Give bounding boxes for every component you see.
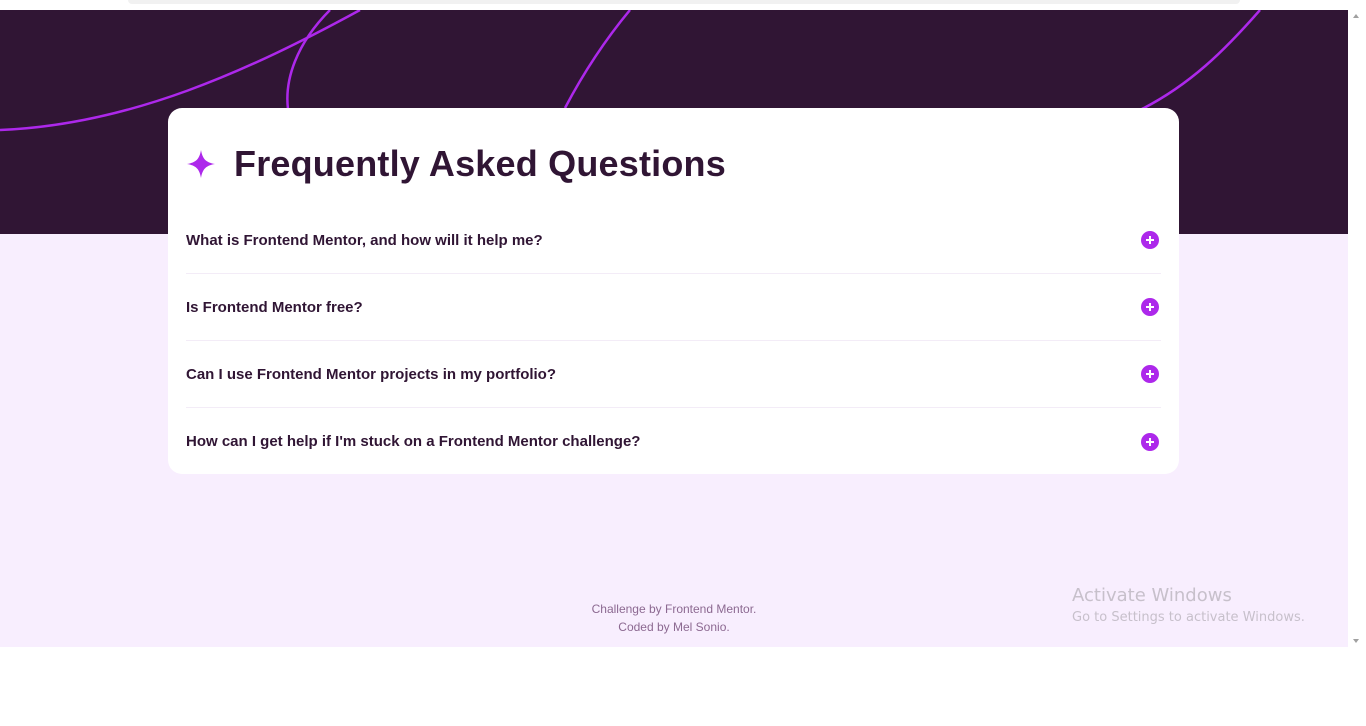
- scroll-up-icon[interactable]: [1353, 14, 1359, 18]
- faq-question[interactable]: Is Frontend Mentor free?: [186, 299, 363, 316]
- faq-question[interactable]: What is Frontend Mentor, and how will it…: [186, 232, 543, 249]
- browser-toolbar-edge: [128, 0, 1240, 4]
- plus-icon[interactable]: [1141, 365, 1159, 383]
- vertical-scrollbar[interactable]: [1348, 10, 1366, 647]
- page-title: Frequently Asked Questions: [234, 143, 726, 184]
- faq-item[interactable]: Is Frontend Mentor free?: [186, 274, 1161, 341]
- card-header: Frequently Asked Questions: [186, 143, 726, 184]
- faq-item[interactable]: Can I use Frontend Mentor projects in my…: [186, 341, 1161, 408]
- faq-item[interactable]: What is Frontend Mentor, and how will it…: [186, 207, 1161, 274]
- browser-top-strip: [0, 0, 1348, 10]
- watermark-title: Activate Windows: [1072, 585, 1232, 606]
- faq-list: What is Frontend Mentor, and how will it…: [186, 207, 1161, 475]
- faq-question[interactable]: How can I get help if I'm stuck on a Fro…: [186, 433, 640, 450]
- faq-item[interactable]: How can I get help if I'm stuck on a Fro…: [186, 408, 1161, 475]
- scroll-down-icon[interactable]: [1353, 639, 1359, 643]
- faq-question[interactable]: Can I use Frontend Mentor projects in my…: [186, 366, 556, 383]
- plus-icon[interactable]: [1141, 432, 1159, 451]
- watermark-subtitle: Go to Settings to activate Windows.: [1072, 610, 1305, 625]
- star-icon: [187, 150, 215, 178]
- windows-activation-watermark: Activate Windows Go to Settings to activ…: [1072, 584, 1305, 628]
- faq-card: Frequently Asked Questions What is Front…: [168, 108, 1179, 474]
- plus-icon[interactable]: [1141, 298, 1159, 316]
- plus-icon[interactable]: [1141, 231, 1159, 249]
